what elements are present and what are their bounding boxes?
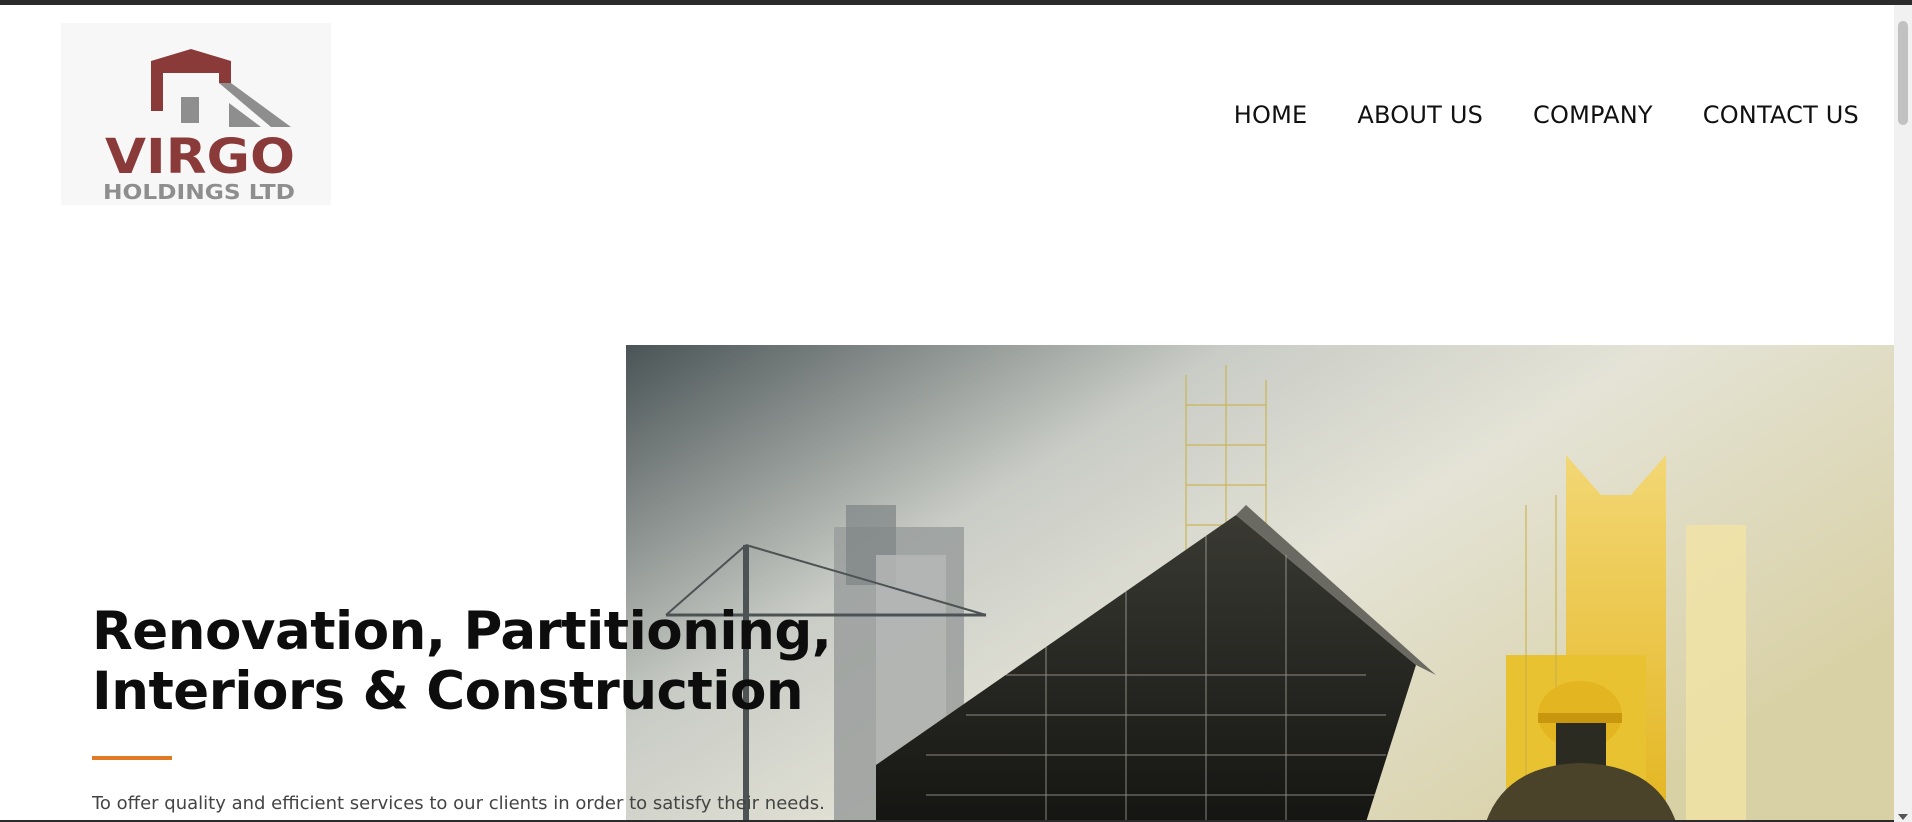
nav-about-us-link[interactable]: ABOUT US (1357, 100, 1483, 130)
hero-title: Renovation, Partitioning, Interiors & Co… (92, 601, 832, 722)
nav-company-link[interactable]: COMPANY (1533, 100, 1653, 130)
company-logo[interactable]: VIRGO HOLDINGS LTD (61, 23, 331, 205)
main-nav: HOME ABOUT US COMPANY CONTACT US (1234, 100, 1859, 130)
hero-subtitle: To offer quality and efficient services … (92, 793, 825, 814)
svg-text:VIRGO: VIRGO (105, 129, 295, 185)
hero-title-line1: Renovation, Partitioning, (92, 601, 832, 662)
nav-contact-us-link[interactable]: CONTACT US (1703, 100, 1859, 130)
title-accent-bar (92, 756, 172, 760)
nav-home-link[interactable]: HOME (1234, 100, 1308, 130)
scroll-down-arrow-icon[interactable] (1898, 814, 1908, 820)
svg-text:HOLDINGS LTD: HOLDINGS LTD (103, 180, 295, 204)
browser-top-border (0, 0, 1912, 5)
scrollbar-thumb[interactable] (1898, 21, 1908, 125)
page-scrollbar[interactable] (1894, 5, 1912, 822)
hero-construction-image (626, 345, 1894, 822)
hero-title-line2: Interiors & Construction (92, 661, 804, 722)
